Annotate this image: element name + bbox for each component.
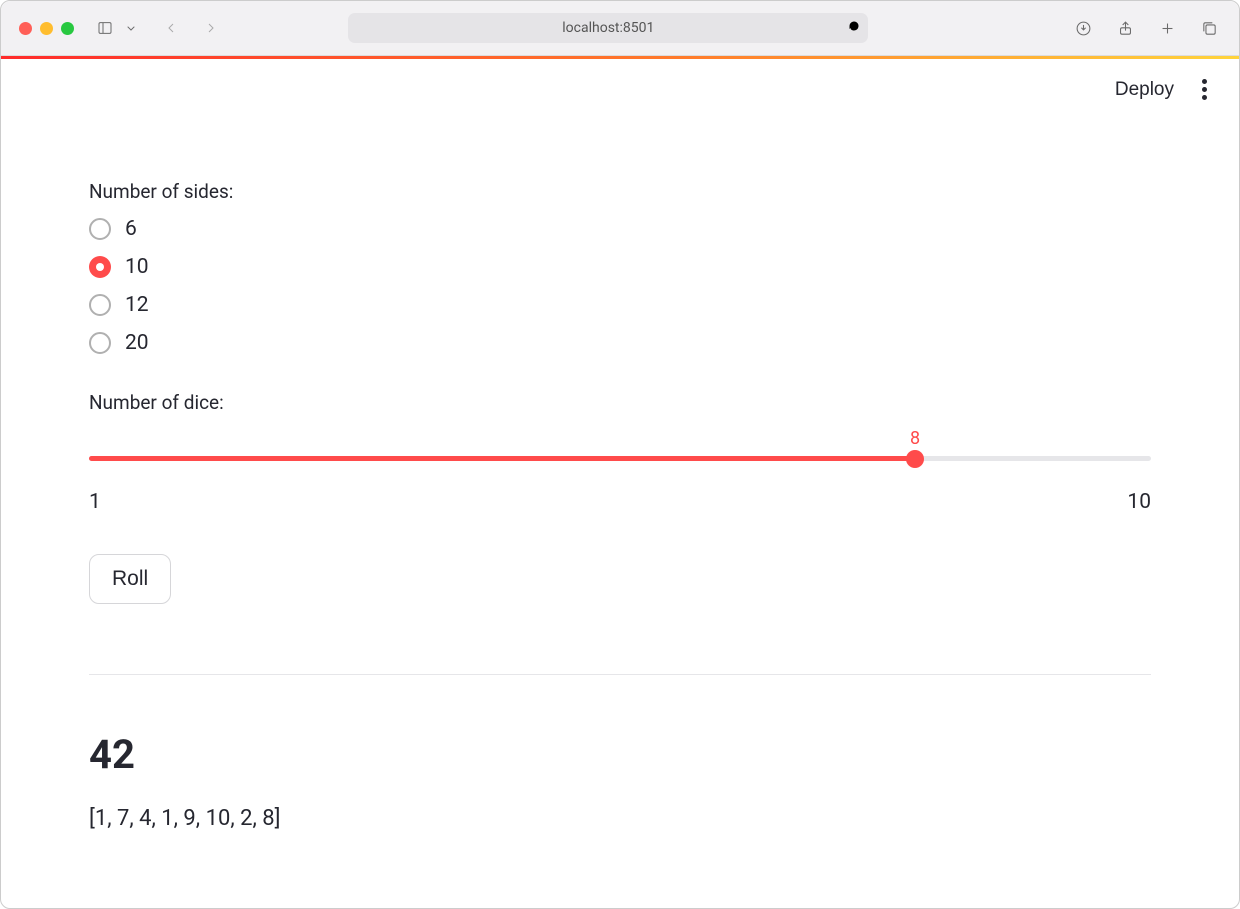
window-close-button[interactable] xyxy=(19,22,32,35)
sides-radio-10[interactable]: 10 xyxy=(89,255,1151,279)
sides-label: Number of sides: xyxy=(89,180,1151,203)
sidebar-toggle-icon[interactable] xyxy=(94,17,116,39)
download-icon[interactable] xyxy=(1073,17,1095,39)
roll-button[interactable]: Roll xyxy=(89,554,171,604)
slider-value-label: 8 xyxy=(910,428,920,449)
nav-forward-icon[interactable] xyxy=(200,17,222,39)
radio-circle-icon xyxy=(89,256,111,278)
radio-circle-icon xyxy=(89,294,111,316)
sides-radio-12[interactable]: 12 xyxy=(89,293,1151,317)
radio-circle-icon xyxy=(89,218,111,240)
sides-radio-6[interactable]: 6 xyxy=(89,217,1151,241)
dice-slider[interactable]: 8 xyxy=(89,438,1151,478)
app-topbar: Deploy xyxy=(1,59,1239,120)
slider-thumb[interactable] xyxy=(906,450,924,468)
url-bar[interactable]: localhost:8501 xyxy=(348,13,868,43)
deploy-button[interactable]: Deploy xyxy=(1115,79,1174,101)
radio-circle-icon xyxy=(89,332,111,354)
menu-kebab-icon[interactable] xyxy=(1198,75,1211,104)
window-minimize-button[interactable] xyxy=(40,22,53,35)
slider-track xyxy=(89,456,1151,461)
result-sum: 42 xyxy=(89,731,1151,778)
browser-chrome: localhost:8501 xyxy=(1,1,1239,56)
sides-radio-group: 6 10 12 20 xyxy=(89,217,1151,355)
radio-label: 10 xyxy=(125,255,149,279)
nav-back-icon[interactable] xyxy=(160,17,182,39)
slider-max: 10 xyxy=(1127,490,1151,514)
chevron-down-icon[interactable] xyxy=(120,17,142,39)
share-icon[interactable] xyxy=(1115,17,1137,39)
radio-label: 12 xyxy=(125,293,149,317)
result-list: [1, 7, 4, 1, 9, 10, 2, 8] xyxy=(89,806,1151,831)
new-tab-icon[interactable] xyxy=(1157,17,1179,39)
sides-radio-20[interactable]: 20 xyxy=(89,331,1151,355)
reload-icon[interactable] xyxy=(848,20,860,36)
slider-min: 1 xyxy=(89,490,101,514)
radio-label: 20 xyxy=(125,331,149,355)
dice-slider-section: Number of dice: 8 1 10 xyxy=(89,391,1151,514)
window-controls xyxy=(19,22,74,35)
slider-fill xyxy=(89,456,915,461)
radio-label: 6 xyxy=(125,217,137,241)
tabs-icon[interactable] xyxy=(1199,17,1221,39)
url-text: localhost:8501 xyxy=(562,20,654,36)
window-fullscreen-button[interactable] xyxy=(61,22,74,35)
slider-label: Number of dice: xyxy=(89,391,1151,414)
divider xyxy=(89,674,1151,675)
main-content: Number of sides: 6 10 12 20 Number of dice:… xyxy=(1,120,1239,831)
